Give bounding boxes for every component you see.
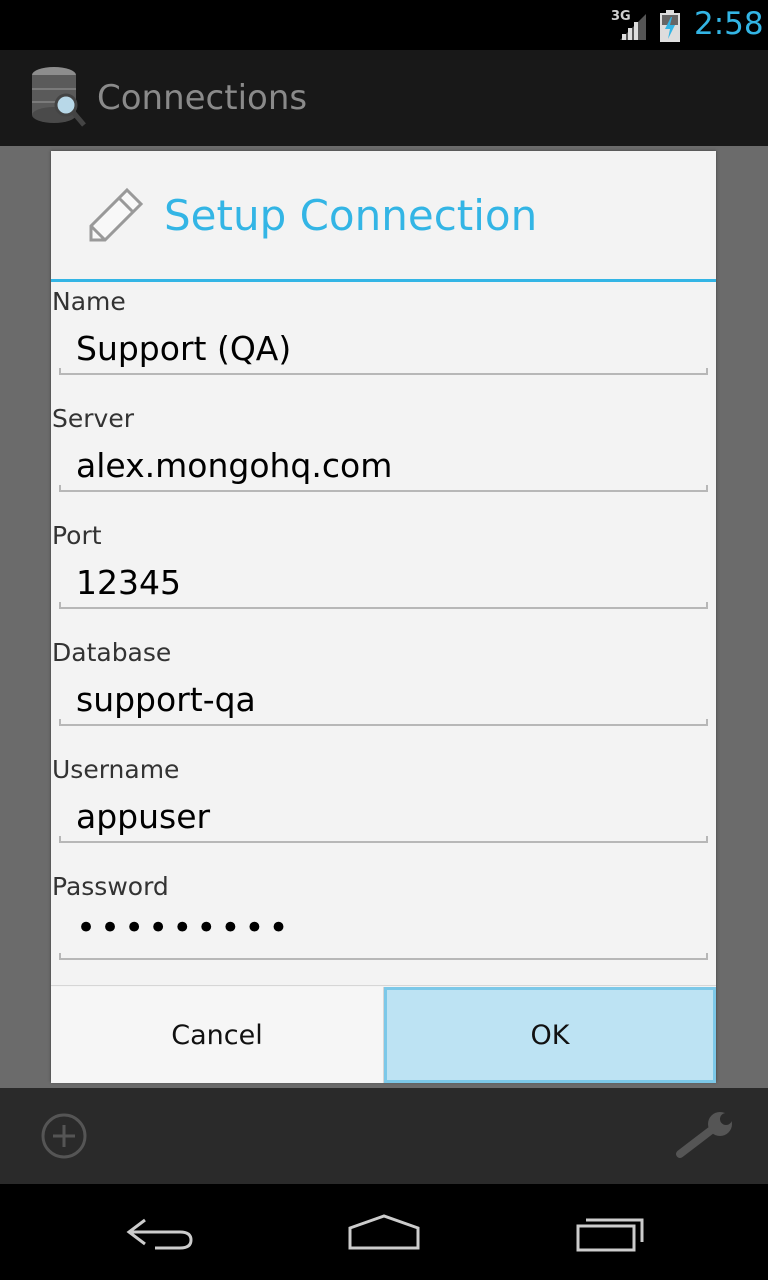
password-input-underline <box>59 953 708 960</box>
username-input[interactable]: appuser <box>76 797 210 836</box>
add-icon[interactable] <box>40 1112 88 1160</box>
name-input[interactable]: Support (QA) <box>76 329 291 368</box>
database-input[interactable]: support-qa <box>76 680 256 719</box>
port-input[interactable]: 12345 <box>76 563 181 602</box>
pencil-icon <box>89 187 144 242</box>
name-label: Name <box>52 287 126 316</box>
screen-title: Connections <box>97 78 308 118</box>
server-label: Server <box>52 404 134 433</box>
port-input-underline <box>59 602 708 609</box>
username-field: Username appuser <box>51 755 716 872</box>
ok-button[interactable]: OK <box>384 987 716 1083</box>
database-label: Database <box>52 638 172 667</box>
dialog-button-bar: Cancel OK <box>51 985 716 1083</box>
navigation-bar <box>0 1184 768 1280</box>
action-bar: Connections <box>0 50 768 146</box>
dialog-title-divider <box>51 279 716 282</box>
password-field: Password ••••••••• <box>51 872 716 989</box>
password-input[interactable]: ••••••••• <box>76 908 293 948</box>
back-icon[interactable] <box>125 1212 195 1252</box>
home-icon[interactable] <box>346 1212 422 1252</box>
database-field: Database support-qa <box>51 638 716 755</box>
status-bar: 3G 2:58 <box>0 0 768 50</box>
wrench-icon[interactable] <box>674 1110 736 1160</box>
password-label: Password <box>52 872 169 901</box>
username-input-underline <box>59 836 708 843</box>
name-field: Name Support (QA) <box>51 287 716 404</box>
server-input[interactable]: alex.mongohq.com <box>76 446 392 485</box>
battery-charging-icon <box>660 10 680 42</box>
server-field: Server alex.mongohq.com <box>51 404 716 521</box>
clock: 2:58 <box>694 6 764 42</box>
signal-icon <box>620 14 646 40</box>
port-field: Port 12345 <box>51 521 716 638</box>
username-label: Username <box>52 755 180 784</box>
name-input-underline <box>59 368 708 375</box>
port-label: Port <box>52 521 102 550</box>
setup-connection-dialog: Setup Connection Name Support (QA) Serve… <box>51 151 716 1083</box>
recent-apps-icon[interactable] <box>574 1212 646 1252</box>
bottom-action-bar <box>0 1088 768 1184</box>
database-input-underline <box>59 719 708 726</box>
dialog-title: Setup Connection <box>164 191 538 240</box>
server-input-underline <box>59 485 708 492</box>
dialog-header: Setup Connection <box>51 151 716 279</box>
database-search-icon <box>32 67 86 127</box>
cancel-button[interactable]: Cancel <box>51 987 384 1083</box>
